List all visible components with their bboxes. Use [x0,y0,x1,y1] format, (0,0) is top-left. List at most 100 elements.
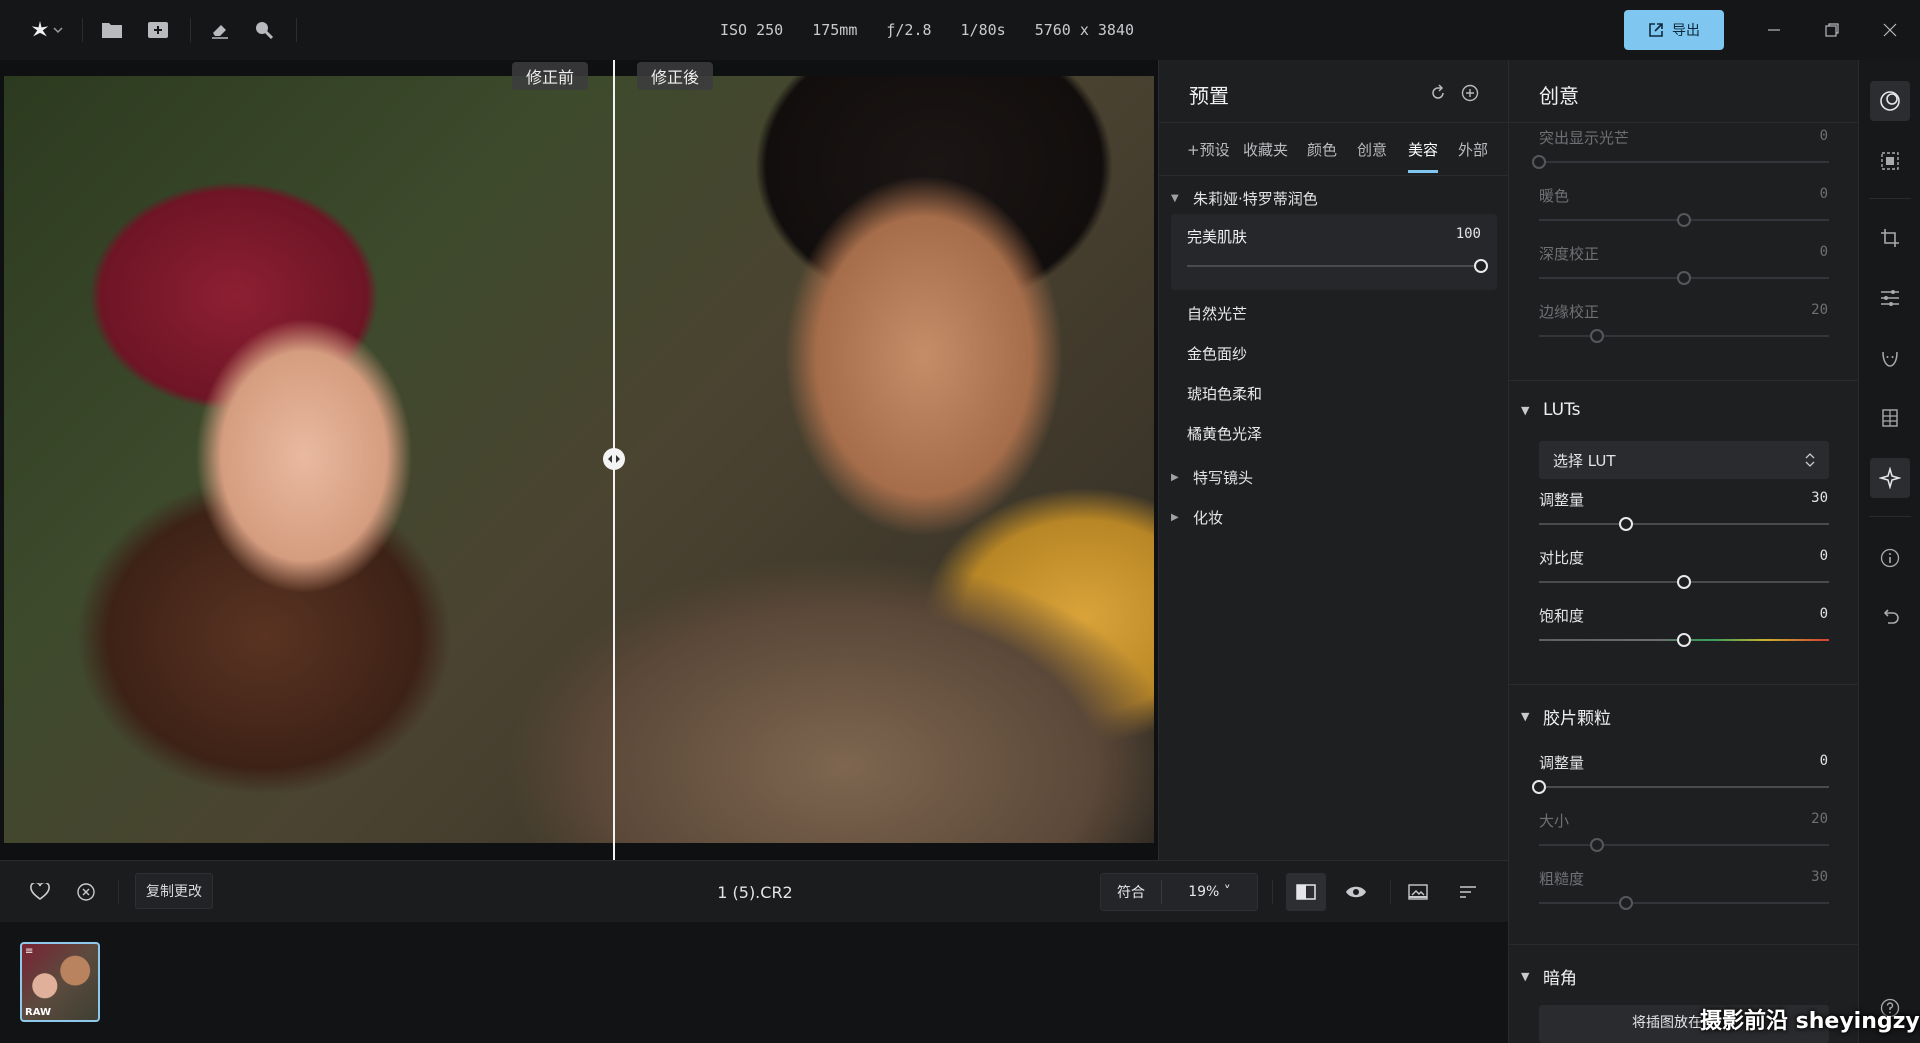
preset-item[interactable]: 自然光芒 [1187,303,1247,324]
grain-roughness-slider[interactable] [1539,896,1829,910]
tab-external[interactable]: 外部 [1458,139,1488,160]
photo-image [4,76,1154,843]
rail-creative-button[interactable] [1870,458,1910,498]
reject-icon[interactable] [70,876,102,908]
rail-crop-button[interactable] [1870,218,1910,258]
edge-correction-slider[interactable] [1539,329,1829,343]
updown-chevron-icon [1805,453,1815,467]
slider-knob[interactable] [1619,517,1633,531]
depth-correction-label: 深度校正 [1539,245,1600,263]
photo-viewer[interactable]: 修正前 修正後 [0,60,1158,860]
fit-button[interactable]: 符合 [1101,882,1161,902]
slider-knob[interactable] [1532,780,1546,794]
preset-item[interactable]: 金色面纱 [1187,343,1247,364]
tab-color[interactable]: 颜色 [1307,139,1337,160]
presets-title: 预置 [1189,84,1229,108]
slider-knob[interactable] [1677,213,1691,227]
grain-roughness-label: 粗糙度 [1539,870,1585,888]
preset-group-open[interactable]: ▼ 朱莉娅·特罗蒂润色 [1171,188,1318,209]
rail-essentials-button[interactable] [1870,278,1910,318]
undo-history-icon [1883,609,1899,624]
split-view-icon [1296,884,1316,900]
tab-beauty[interactable]: 美容 [1408,139,1438,160]
rail-history-button[interactable] [1870,598,1910,638]
divider [1869,198,1911,199]
active-preset-label: 完美肌肤 [1187,228,1248,246]
minimize-button[interactable] [1758,14,1790,46]
depth-correction-slider[interactable] [1539,271,1829,285]
slider-knob[interactable] [1532,155,1546,169]
watermark: 摄影前沿 sheyingzyz.com [1700,1009,1920,1034]
rail-portrait-button[interactable] [1870,338,1910,378]
reset-icon[interactable] [1425,80,1451,106]
highlights-glow-label: 突出显示光芒 [1539,129,1630,147]
lut-amount-slider[interactable] [1539,517,1829,531]
active-preset[interactable]: 完美肌肤 100 [1171,214,1497,290]
vignette-title: 暗角 [1543,969,1577,989]
warmth-slider[interactable] [1539,213,1829,227]
edited-flag-icon: ≡ [25,946,34,957]
slider-knob[interactable] [1474,259,1488,273]
luts-section-header[interactable]: ▼ LUTs [1521,400,1581,420]
preview-eye-icon[interactable] [1340,876,1372,908]
divider [190,18,191,42]
lut-saturation-slider[interactable] [1539,633,1829,647]
after-label: 修正後 [637,62,714,90]
slider-knob[interactable] [1590,838,1604,852]
preset-group-makeup[interactable]: ▶ 化妆 [1171,507,1223,528]
slider-knob[interactable] [1677,271,1691,285]
warmth-label: 暖色 [1539,187,1570,205]
tab-creative[interactable]: 创意 [1357,139,1387,160]
crop-icon [1881,229,1899,247]
presets-panel: 预置 +预设 收藏夹 颜色 创意 美容 外部 ▼ 朱莉娅·特罗蒂润色 完美肌肤 … [1158,60,1509,860]
film-grain-section-header[interactable]: ▼ 胶片颗粒 [1521,704,1611,729]
rail-masks-button[interactable] [1870,141,1910,181]
zoom-dropdown[interactable]: 19% ˅ [1162,884,1257,900]
zoom-controls: 符合 19% ˅ [1100,873,1258,911]
export-button[interactable]: 导出 [1624,10,1724,50]
close-button[interactable] [1874,14,1906,46]
add-image-icon[interactable] [142,14,174,46]
thumbnail[interactable]: ≡ RAW [20,942,100,1022]
creative-panel: 创意 突出显示光芒 0 暖色 0 深度校正 0 边缘校正 20 ▼ LUTs 选… [1508,60,1858,1043]
exif-info: ISO 250 175mm ƒ/2.8 1/80s 5760 x 3840 [720,0,1163,60]
copy-changes-button[interactable]: 复制更改 [135,873,213,909]
preset-item[interactable]: 琥珀色柔和 [1187,383,1262,404]
rail-presets-button[interactable] [1870,81,1910,121]
tab-favorites[interactable]: 收藏夹 [1243,139,1288,160]
info-icon [1880,548,1900,568]
grain-size-slider[interactable] [1539,838,1829,852]
rail-landscape-button[interactable] [1870,398,1910,438]
exif-aperture: ƒ/2.8 [886,21,932,39]
favorite-heart-icon[interactable] [24,876,56,908]
rail-info-button[interactable] [1870,538,1910,578]
add-preset-icon[interactable] [1457,80,1483,106]
folder-icon[interactable] [96,14,128,46]
slider-knob[interactable] [1677,575,1691,589]
chevron-down-icon[interactable] [50,14,66,46]
lut-contrast-value: 0 [1819,548,1828,564]
compare-view-button[interactable] [1286,873,1326,911]
preset-item[interactable]: 橘黄色光泽 [1187,423,1262,444]
grain-amount-slider[interactable] [1532,780,1829,794]
tab-presets[interactable]: +预设 [1187,139,1230,160]
zoom-icon[interactable] [248,14,280,46]
slider-knob[interactable] [1619,896,1633,910]
vignette-placement-text: 将插图放在 [1632,1015,1702,1031]
caret-down-icon: ▼ [1521,403,1530,417]
lut-contrast-slider[interactable] [1539,575,1829,589]
filmstrip-toggle-icon[interactable] [1402,876,1434,908]
slider-knob[interactable] [1677,633,1691,647]
vignette-section-header[interactable]: ▼ 暗角 [1521,964,1577,989]
compare-split-handle[interactable] [603,448,625,470]
preset-group-closeup[interactable]: ▶ 特写镜头 [1171,467,1253,488]
preset-amount-slider[interactable] [1187,259,1488,273]
slider-track [1539,902,1829,904]
slider-knob[interactable] [1590,329,1604,343]
edge-correction-label: 边缘校正 [1539,303,1600,321]
restore-button[interactable] [1816,14,1848,46]
sort-icon[interactable] [1452,876,1484,908]
eraser-icon[interactable] [204,14,236,46]
lut-select-dropdown[interactable]: 选择 LUT [1539,441,1829,479]
highlights-glow-slider[interactable] [1532,155,1829,169]
